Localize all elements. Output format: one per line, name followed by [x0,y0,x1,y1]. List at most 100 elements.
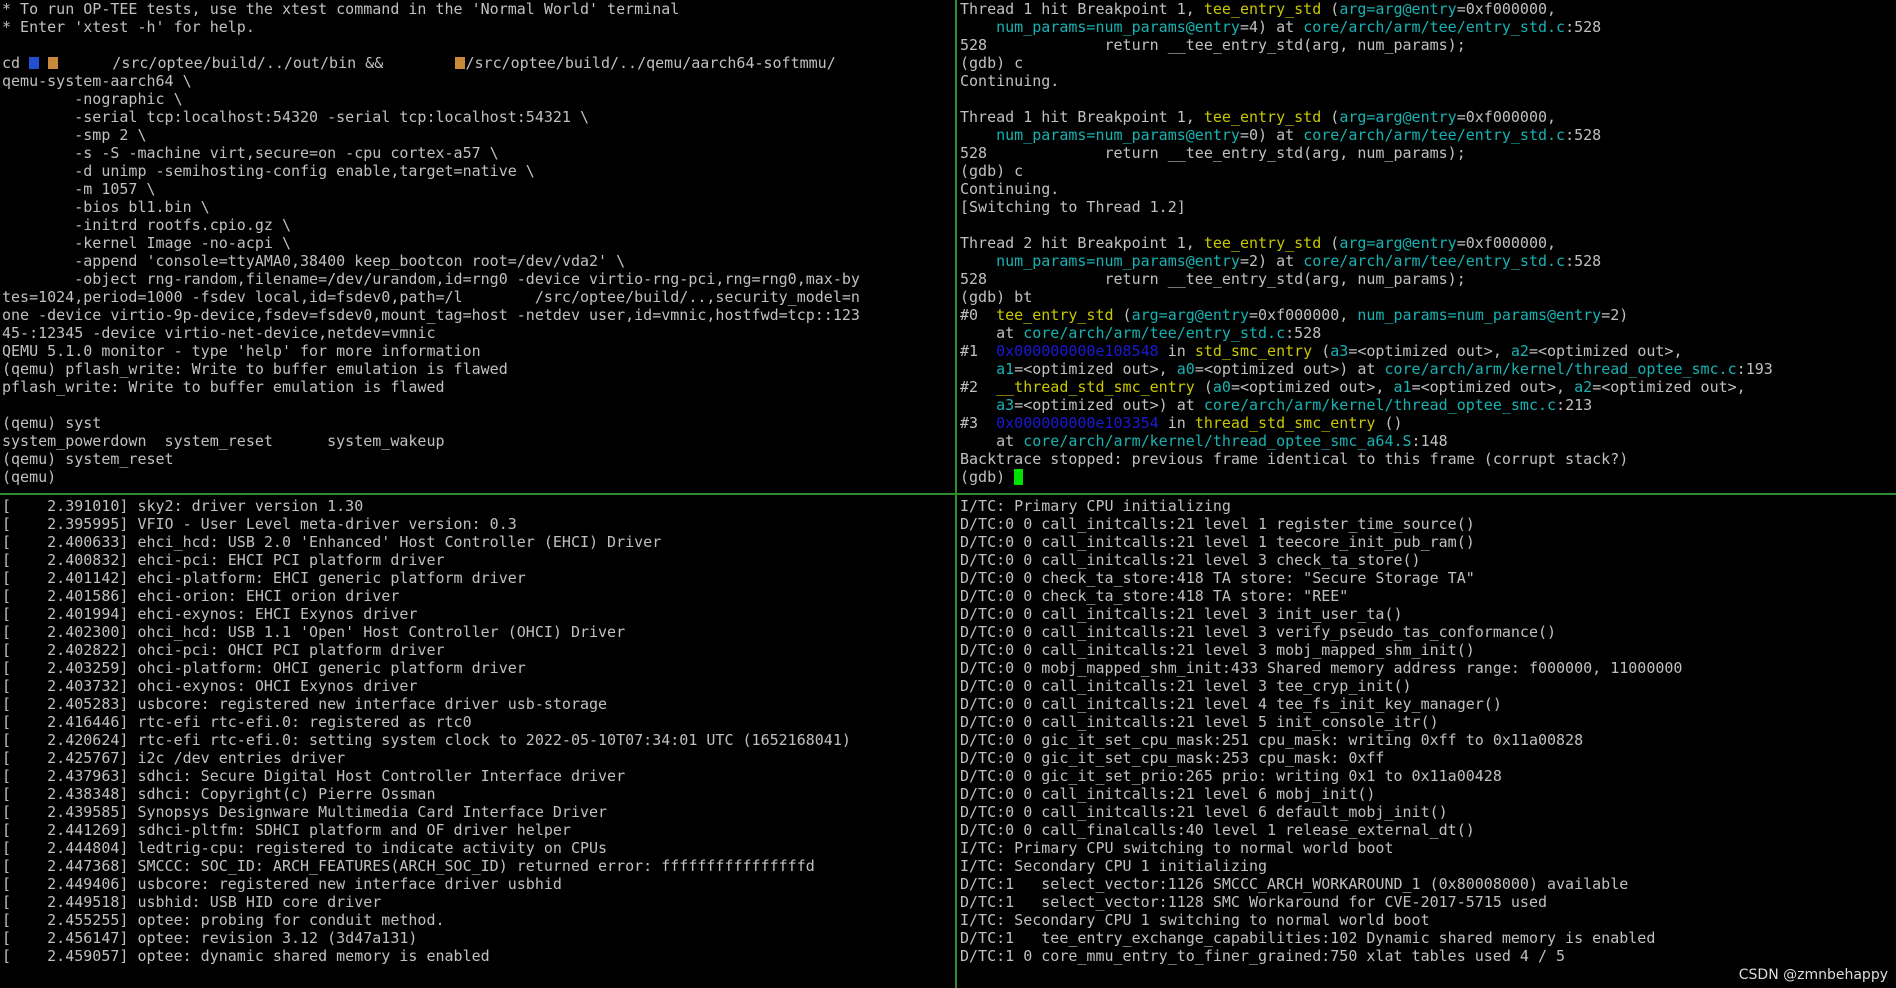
terminal-text: #2 [960,378,997,396]
terminal-text: =0xf000000, [1456,108,1557,126]
terminal-text: D/TC:1 tee_entry_exchange_capabilities:1… [960,929,1656,947]
terminal-text: Thread 1 hit Breakpoint 1, [960,108,1204,126]
terminal-text: 0x000000000e103354 [996,414,1159,432]
terminal-line: D/TC:0 0 check_ta_store:418 TA store: "R… [960,587,1896,605]
terminal-text: tee_entry_std [996,306,1114,324]
terminal-text: (qemu) syst [2,414,102,432]
terminal-line: -nographic \ [2,90,954,108]
terminal-line: QEMU 5.1.0 monitor - type 'help' for mor… [2,342,954,360]
terminal-text: * To run OP-TEE tests, use the xtest com… [2,0,680,18]
terminal-text: core/arch/arm/kernel/thread_optee_smc.c [1384,360,1737,378]
terminal-text: D/TC:0 0 check_ta_store:418 TA store: "R… [960,587,1349,605]
terminal-text: [ 2.449406] usbcore: registered new inte… [2,875,562,893]
terminal-line: [ 2.391010] sky2: driver version 1.30 [2,497,954,515]
terminal-line: at core/arch/arm/kernel/thread_optee_smc… [960,432,1896,450]
terminal-text: -m 1057 \ [2,180,156,198]
terminal-line: [Switching to Thread 1.2] [960,198,1896,216]
terminal-text: =0xf000000, [1456,0,1557,18]
terminal-text: D/TC:1 select_vector:1128 SMC Workaround… [960,893,1547,911]
terminal-text: [ 2.449518] usbhid: USB HID core driver [2,893,382,911]
terminal-text: num_params=num_params@entry [996,252,1240,270]
terminal-line: -m 1057 \ [2,180,954,198]
terminal-text: =<optimized out>, [1592,378,1746,396]
terminal-line: [ 2.441269] sdhci-pltfm: SDHCI platform … [2,821,954,839]
terminal-text: -d unimp -semihosting-config enable,targ… [2,162,535,180]
terminal-text: #0 [960,306,997,324]
terminal-text: arg=arg@entry [1339,234,1457,252]
terminal-text: (qemu) system_reset [2,450,174,468]
terminal-line: -object rng-random,filename=/dev/urandom… [2,270,954,288]
terminal-text: () [1375,414,1403,432]
terminal-line: D/TC:1 tee_entry_exchange_capabilities:1… [960,929,1896,947]
terminal-text: /src/optee/build/../qemu/aarch64-softmmu… [465,54,836,72]
terminal-line: I/TC: Secondary CPU 1 switching to norma… [960,911,1896,929]
terminal-text: core/arch/arm/tee/entry_std.c [1303,18,1566,36]
horizontal-pane-divider[interactable] [0,493,1896,495]
terminal-line: D/TC:0 0 call_initcalls:21 level 5 init_… [960,713,1896,731]
terminal-text: [ 2.402300] ohci_hcd: USB 1.1 'Open' Hos… [2,623,626,641]
terminal-line: pflash_write: Write to buffer emulation … [2,378,954,396]
terminal-text: in [1158,414,1195,432]
terminal-line: (gdb) bt [960,288,1896,306]
terminal-text: D/TC:0 0 gic_it_set_cpu_mask:251 cpu_mas… [960,731,1584,749]
terminal-text: ( [1321,234,1340,252]
terminal-text: D/TC:0 0 call_initcalls:21 level 6 defau… [960,803,1448,821]
terminal-text: -smp 2 \ [2,126,147,144]
terminal-text: I/TC: Secondary CPU 1 switching to norma… [960,911,1430,929]
terminal-text: D/TC:0 0 gic_it_set_cpu_mask:253 cpu_mas… [960,749,1385,767]
terminal-text: :528 [1565,252,1602,270]
terminal-text: =<optimized out>) at [1014,396,1204,414]
terminal-text: [ 2.425767] i2c /dev entries driver [2,749,346,767]
terminal-text: 528 return __tee_entry_std(arg, num_para… [960,36,1466,54]
terminal-text: I/TC: Primary CPU initializing [960,497,1231,515]
terminal-text: core/arch/arm/kernel/thread_optee_smc_a6… [1023,432,1412,450]
terminal-text: -bios bl1.bin \ [2,198,210,216]
secure-world-log-pane[interactable]: I/TC: Primary CPU initializing D/TC:0 0 c… [958,497,1896,988]
terminal-text: 0x000000000e108548 [996,342,1159,360]
terminal-text: [ 2.403732] ohci-exynos: OHCI Exynos dri… [2,677,418,695]
terminal-line: * To run OP-TEE tests, use the xtest com… [2,0,954,18]
terminal-text: [ 2.455255] optee: probing for conduit m… [2,911,445,929]
terminal-text: -object rng-random,filename=/dev/urandom… [2,270,860,288]
terminal-text: I/TC: Secondary CPU 1 initializing [960,857,1268,875]
terminal-line: [ 2.425767] i2c /dev entries driver [2,749,954,767]
terminal-line: D/TC:0 0 gic_it_set_cpu_mask:251 cpu_mas… [960,731,1896,749]
terminal-text: thread_std_smc_entry [1194,414,1376,432]
terminal-line: a3=<optimized out>) at core/arch/arm/ker… [960,396,1896,414]
terminal-line: [ 2.438348] sdhci: Copyright(c) Pierre O… [2,785,954,803]
terminal-line: num_params=num_params@entry=0) at core/a… [960,126,1896,144]
terminal-text: [ 2.401994] ehci-exynos: EHCI Exynos dri… [2,605,418,623]
terminal-text: arg=arg@entry [1131,306,1249,324]
terminal-text: qemu-system-aarch64 \ [2,72,192,90]
normal-world-terminal-pane[interactable]: * To run OP-TEE tests, use the xtest com… [0,0,954,492]
terminal-text: system_powerdown system_reset system_wak… [2,432,445,450]
terminal-text: D/TC:0 0 call_initcalls:21 level 3 init_… [960,605,1403,623]
terminal-text: I/TC: Primary CPU switching to normal wo… [960,839,1394,857]
terminal-line: [ 2.401586] ehci-orion: EHCI orion drive… [2,587,954,605]
terminal-line: #3 0x000000000e103354 in thread_std_smc_… [960,414,1896,432]
terminal-text: a1 [1393,378,1412,396]
terminal-line: (qemu) pflash_write: Write to buffer emu… [2,360,954,378]
terminal-text: /src/optee/build/../out/bin && [58,54,393,72]
terminal-text: (gdb) c [960,54,1024,72]
watermark: CSDN @zmnbehappy [1738,967,1888,983]
terminal-line: Backtrace stopped: previous frame identi… [960,450,1896,468]
terminal-line: #1 0x000000000e108548 in std_smc_entry (… [960,342,1896,360]
gdb-terminal-pane[interactable]: Thread 1 hit Breakpoint 1, tee_entry_std… [958,0,1896,492]
terminal-text: =2) [1601,306,1629,324]
terminal-line: I/TC: Primary CPU switching to normal wo… [960,839,1896,857]
terminal-text: [ 2.456147] optee: revision 3.12 (3d47a1… [2,929,418,947]
terminal-text: [ 2.438348] sdhci: Copyright(c) Pierre O… [2,785,436,803]
terminal-text: ( [1312,342,1331,360]
terminal-text: (gdb) bt [960,288,1033,306]
terminal-line: [ 2.437963] sdhci: Secure Digital Host C… [2,767,954,785]
terminal-text: -append 'console=ttyAMA0,38400 keep_boot… [2,252,626,270]
linux-kernel-log-pane[interactable]: [ 2.391010] sky2: driver version 1.30 [ 2… [0,497,954,988]
terminal-line: D/TC:1 0 core_mmu_entry_to_finer_grained… [960,947,1896,965]
terminal-line: [ 2.403732] ohci-exynos: OHCI Exynos dri… [2,677,954,695]
terminal-text: 528 return __tee_entry_std(arg, num_para… [960,144,1466,162]
terminal-text: ( [1321,0,1340,18]
